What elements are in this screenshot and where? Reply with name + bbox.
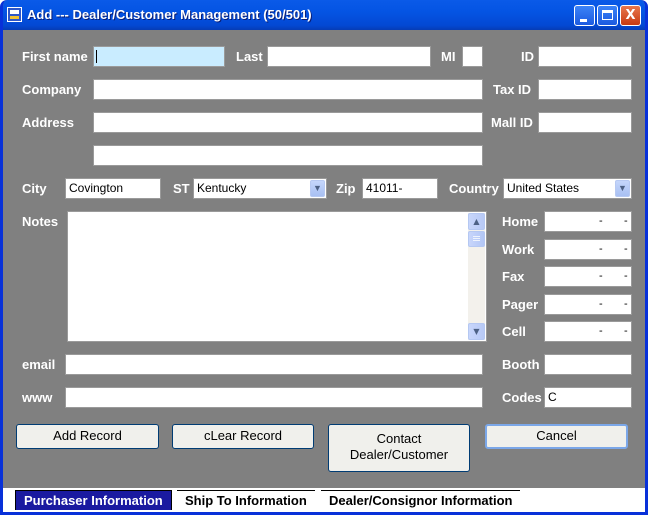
booth-field[interactable]: [544, 354, 632, 375]
minimize-icon: [580, 19, 587, 22]
id-field[interactable]: [538, 46, 632, 67]
tab-purchaser-information[interactable]: Purchaser Information: [15, 490, 172, 510]
mi-label: MI: [441, 49, 456, 64]
close-button[interactable]: X: [620, 5, 641, 26]
home-phone-label: Home: [502, 214, 539, 229]
first-name-label: First name: [22, 49, 88, 64]
mi-field[interactable]: [462, 46, 483, 67]
tax-id-field[interactable]: [538, 79, 632, 100]
mall-id-field[interactable]: [538, 112, 632, 133]
tab-bar: Purchaser Information Ship To Informatio…: [3, 488, 645, 512]
country-label: Country: [449, 181, 499, 196]
state-label: ST: [173, 181, 190, 196]
fax-field[interactable]: --: [544, 266, 632, 287]
last-name-field[interactable]: [267, 46, 431, 67]
codes-label: Codes: [502, 390, 542, 405]
add-record-button[interactable]: Add Record: [16, 424, 159, 449]
codes-field[interactable]: C: [544, 387, 632, 408]
contact-dealer-customer-button[interactable]: Contact Dealer/Customer: [328, 424, 470, 472]
mall-id-label: Mall ID: [491, 115, 533, 130]
address-line1-field[interactable]: [93, 112, 483, 133]
booth-label: Booth: [502, 357, 540, 372]
maximize-button[interactable]: [597, 5, 618, 26]
email-label: email: [22, 357, 56, 372]
company-field[interactable]: [93, 79, 483, 100]
city-field[interactable]: Covington: [65, 178, 161, 199]
state-select[interactable]: Kentucky ▼: [193, 178, 327, 199]
zip-label: Zip: [336, 181, 356, 196]
pager-field[interactable]: --: [544, 294, 632, 315]
notes-label: Notes: [22, 214, 59, 229]
notes-textarea[interactable]: ▲ ▼: [67, 211, 487, 342]
tab-dealer-consignor-information[interactable]: Dealer/Consignor Information: [321, 490, 521, 510]
last-name-label: Last: [236, 49, 263, 64]
cell-label: Cell: [502, 324, 526, 339]
pager-label: Pager: [502, 297, 539, 312]
contact-button-line2: Dealer/Customer: [349, 447, 449, 462]
id-label: ID: [521, 49, 534, 64]
clear-record-button[interactable]: cLear Record: [172, 424, 314, 449]
notes-scrollbar[interactable]: ▲ ▼: [468, 213, 485, 340]
first-name-field[interactable]: [93, 46, 225, 67]
app-icon: [7, 7, 22, 22]
minimize-button[interactable]: [574, 5, 595, 26]
dealer-customer-window: Add --- Dealer/Customer Management (50/5…: [0, 0, 648, 515]
country-select[interactable]: United States ▼: [503, 178, 632, 199]
scroll-up-icon[interactable]: ▲: [468, 213, 485, 230]
tab-ship-to-information[interactable]: Ship To Information: [177, 490, 315, 510]
fax-label: Fax: [502, 269, 525, 284]
tax-id-label: Tax ID: [493, 82, 532, 97]
zip-field[interactable]: 41011-: [362, 178, 438, 199]
close-icon: X: [625, 8, 636, 23]
www-label: www: [22, 390, 53, 405]
contact-button-line1: Contact: [376, 431, 422, 446]
window-title: Add --- Dealer/Customer Management (50/5…: [27, 7, 312, 22]
cancel-button[interactable]: Cancel: [485, 424, 628, 449]
www-field[interactable]: [65, 387, 483, 408]
scroll-thumb[interactable]: [468, 231, 485, 247]
work-phone-field[interactable]: --: [544, 239, 632, 260]
company-label: Company: [22, 82, 82, 97]
home-phone-field[interactable]: --: [544, 211, 632, 232]
title-bar[interactable]: Add --- Dealer/Customer Management (50/5…: [3, 0, 645, 30]
text-caret: [96, 50, 97, 63]
cell-phone-field[interactable]: --: [544, 321, 632, 342]
maximize-icon: [602, 10, 613, 20]
scroll-down-icon[interactable]: ▼: [468, 323, 485, 340]
chevron-down-icon[interactable]: ▼: [615, 180, 630, 197]
work-phone-label: Work: [502, 242, 535, 257]
chevron-down-icon[interactable]: ▼: [310, 180, 325, 197]
city-label: City: [22, 181, 47, 196]
address-label: Address: [22, 115, 75, 130]
address-line2-field[interactable]: [93, 145, 483, 166]
email-field[interactable]: [65, 354, 483, 375]
